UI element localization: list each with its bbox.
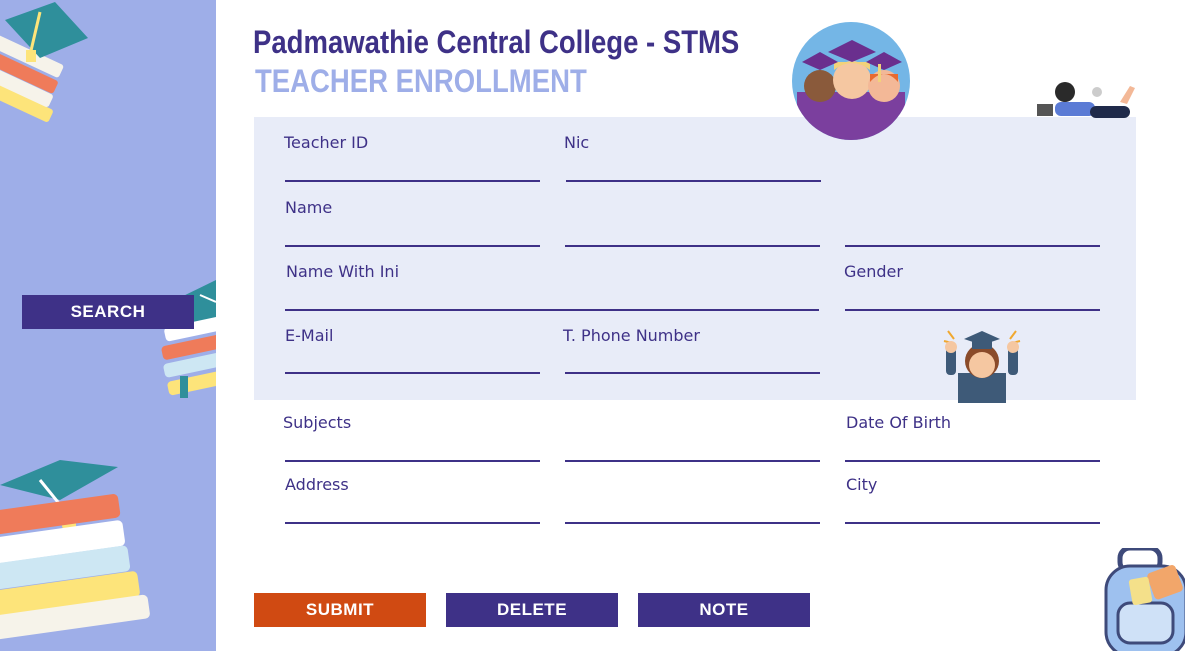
teacher-id-field[interactable] — [285, 156, 540, 182]
gender-field[interactable] — [845, 285, 1100, 311]
address-label: Address — [285, 475, 349, 494]
name-with-ini-field[interactable] — [285, 285, 819, 311]
city-label: City — [846, 475, 878, 494]
search-button[interactable]: SEARCH — [22, 295, 194, 329]
subjects-field-2[interactable] — [565, 436, 820, 462]
gender-label: Gender — [844, 262, 903, 281]
teacher-id-label: Teacher ID — [284, 133, 369, 152]
name-first-field[interactable] — [285, 221, 540, 247]
note-button[interactable]: NOTE — [638, 593, 810, 627]
address-field-2[interactable] — [565, 498, 820, 524]
graduate-girl-icon — [943, 330, 1021, 403]
name-last-field[interactable] — [845, 221, 1100, 247]
city-field[interactable] — [845, 498, 1100, 524]
books-stack-icon — [0, 460, 150, 640]
name-middle-field[interactable] — [565, 221, 820, 247]
graduates-illustration-icon — [792, 22, 910, 140]
dob-label: Date Of Birth — [846, 413, 952, 432]
submit-button[interactable]: SUBMIT — [254, 593, 426, 627]
name-with-ini-label: Name With Ini — [286, 262, 400, 281]
email-field[interactable] — [285, 348, 540, 374]
backpack-icon — [1104, 548, 1185, 651]
subjects-field-1[interactable] — [285, 436, 540, 462]
phone-label: T. Phone Number — [563, 326, 700, 345]
dob-field[interactable] — [845, 436, 1100, 462]
email-label: E-Mail — [285, 326, 334, 345]
subjects-label: Subjects — [283, 413, 352, 432]
page-subtitle: TEACHER ENROLLMENT — [255, 63, 587, 99]
phone-field[interactable] — [565, 348, 820, 374]
page-title: Padmawathie Central College - STMS — [253, 24, 740, 60]
address-field-1[interactable] — [285, 498, 540, 524]
student-laptop-icon — [1037, 82, 1135, 118]
nic-field[interactable] — [566, 156, 821, 182]
nic-label: Nic — [564, 133, 590, 152]
delete-button[interactable]: DELETE — [446, 593, 618, 627]
sidebar: SEARCH — [0, 0, 216, 651]
name-label: Name — [285, 198, 333, 217]
books-stack-icon — [0, 2, 88, 122]
